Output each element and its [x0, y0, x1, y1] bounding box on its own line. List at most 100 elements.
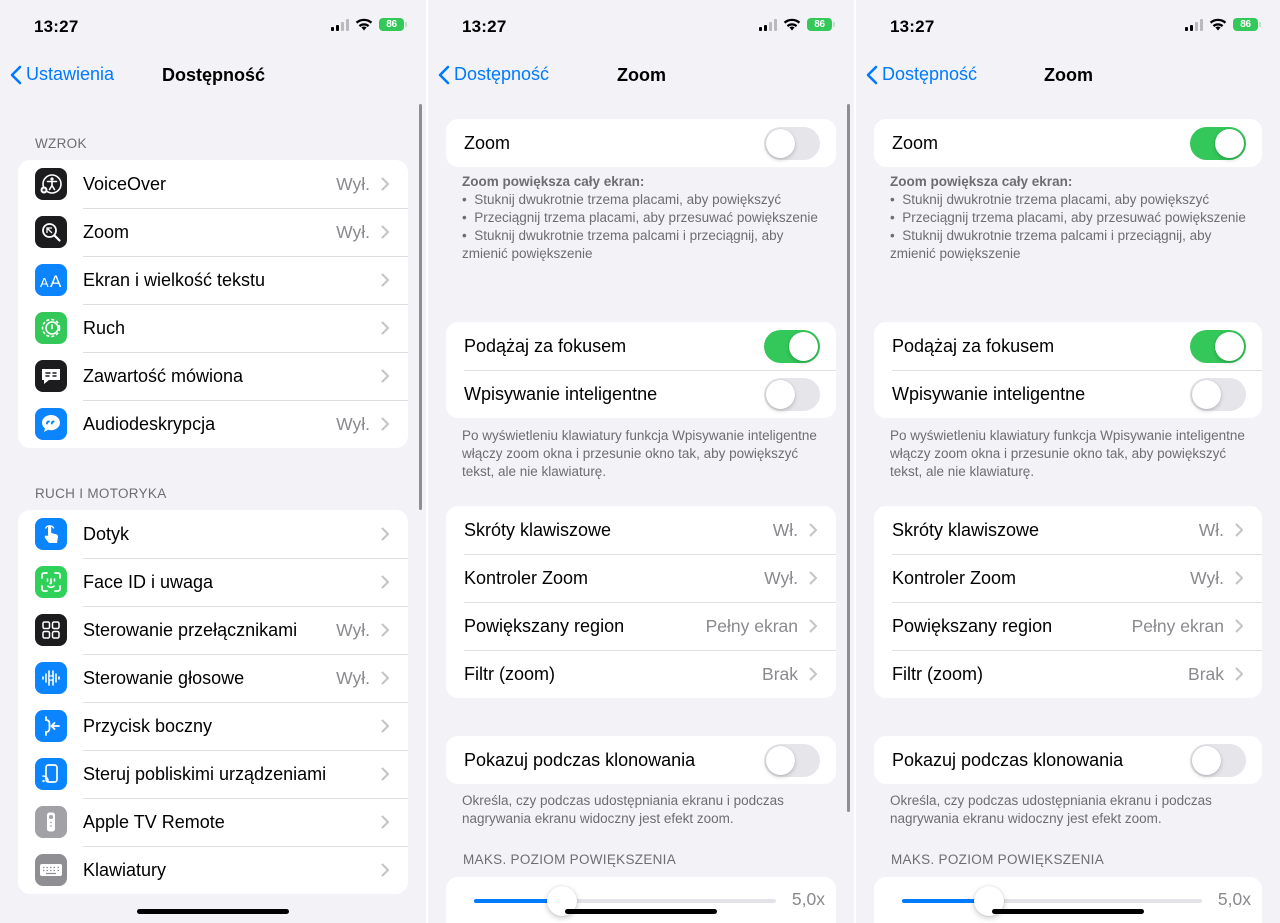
max-zoom-slider[interactable] — [902, 886, 1202, 916]
section-header-physical-motor: RUCH I MOTORYKA — [35, 486, 167, 501]
list-item-side-button[interactable]: Przycisk boczny — [18, 702, 408, 750]
voiceover-icon — [35, 168, 67, 200]
scroll-indicator[interactable] — [419, 104, 422, 510]
chevron-right-icon — [381, 273, 389, 287]
zoom-options-group: Skróty klawiszowe Wł. Kontroler Zoom Wył… — [446, 506, 836, 698]
max-zoom-slider[interactable] — [474, 886, 776, 916]
home-indicator[interactable] — [992, 909, 1144, 914]
toggle-knob — [789, 332, 818, 361]
wifi-icon — [1209, 18, 1227, 31]
page-title: Zoom — [617, 65, 666, 85]
zoom-screen-off: 13:27 86 Dostępność Zoom Zoom Zoom powię… — [428, 0, 854, 923]
chevron-right-icon — [381, 321, 389, 335]
mirroring-toggle[interactable] — [764, 744, 820, 777]
chevron-left-icon — [866, 65, 878, 84]
back-label: Dostępność — [882, 64, 978, 84]
item-label: Ruch — [83, 317, 126, 338]
follow-focus-toggle[interactable] — [1190, 330, 1246, 363]
option-value: Wył. — [1190, 567, 1224, 588]
toggle-knob — [766, 380, 795, 409]
list-item-zoom[interactable]: Zoom Wył. — [18, 208, 408, 256]
follow-focus-toggle[interactable] — [764, 330, 820, 363]
chevron-right-icon — [1235, 571, 1243, 585]
max-zoom-slider-group: 5,0x — [446, 877, 836, 923]
zoom-toggle[interactable] — [1190, 127, 1246, 160]
wifi-icon — [783, 18, 801, 31]
list-item-apple-tv-remote[interactable]: Apple TV Remote — [18, 798, 408, 846]
option-value: Wł. — [1198, 519, 1224, 540]
option-row-zoom-filter[interactable]: Filtr (zoom) Brak — [874, 650, 1262, 698]
back-button[interactable]: Ustawienia — [10, 64, 114, 85]
option-value: Wył. — [764, 567, 798, 588]
back-button[interactable]: Dostępność — [438, 64, 549, 85]
list-item-touch[interactable]: Dotyk — [18, 510, 408, 558]
mirroring-toggle[interactable] — [1190, 744, 1246, 777]
list-item-display-text-size[interactable]: AA Ekran i wielkość tekstu — [18, 256, 408, 304]
page-title: Zoom — [1044, 65, 1093, 85]
option-row-zoom-controller[interactable]: Kontroler Zoom Wył. — [446, 554, 836, 602]
zoom-label: Zoom — [892, 132, 939, 153]
list-item-keyboards[interactable]: Klawiatury — [18, 846, 408, 894]
max-zoom-value: 5,0x — [1217, 889, 1251, 909]
chevron-right-icon — [809, 619, 817, 633]
chevron-right-icon — [381, 815, 389, 829]
option-label: Filtr (zoom) — [464, 663, 555, 684]
option-row-zoom-controller[interactable]: Kontroler Zoom Wył. — [874, 554, 1262, 602]
chevron-right-icon — [381, 623, 389, 637]
list-item-motion[interactable]: Ruch — [18, 304, 408, 352]
item-value: Wył. — [336, 619, 370, 640]
navigation-bar: Dostępność Zoom — [428, 58, 854, 94]
smart-typing-label: Wpisywanie inteligentne — [464, 383, 658, 404]
option-value: Pełny ekran — [705, 615, 798, 636]
option-label: Kontroler Zoom — [464, 567, 589, 588]
option-row-zoom-region[interactable]: Powiększany region Pełny ekran — [446, 602, 836, 650]
switch-control-icon — [35, 614, 67, 646]
item-label: Zoom — [83, 221, 130, 242]
smart-typing-toggle[interactable] — [1190, 378, 1246, 411]
zoom-toggle[interactable] — [764, 127, 820, 160]
zoom-toggle-group: Zoom — [874, 119, 1262, 167]
focus-group: Podążaj za fokusem Wpisywanie inteligent… — [874, 322, 1262, 418]
item-value: Wył. — [336, 667, 370, 688]
mirroring-group: Pokazuj podczas klonowania — [446, 736, 836, 784]
toggle-knob — [1215, 332, 1244, 361]
item-label: Zawartość mówiona — [83, 365, 244, 386]
wifi-icon — [355, 18, 373, 31]
list-item-voice-control[interactable]: Sterowanie głosowe Wył. — [18, 654, 408, 702]
option-row-keyboard-shortcuts[interactable]: Skróty klawiszowe Wł. — [446, 506, 836, 554]
home-indicator[interactable] — [565, 909, 717, 914]
max-zoom-value: 5,0x — [791, 889, 825, 909]
chevron-right-icon — [381, 863, 389, 877]
item-label: Dotyk — [83, 523, 130, 544]
battery-level: 86 — [386, 19, 397, 30]
status-icons: 86 — [331, 18, 407, 31]
home-indicator[interactable] — [137, 909, 289, 914]
tv-remote-icon — [35, 806, 67, 838]
list-item-voiceover[interactable]: VoiceOver Wył. — [18, 160, 408, 208]
nearby-devices-icon — [35, 758, 67, 790]
list-item-switch-control[interactable]: Sterowanie przełącznikami Wył. — [18, 606, 408, 654]
chevron-left-icon — [10, 65, 22, 84]
toggle-knob — [766, 746, 795, 775]
follow-focus-row: Podążaj za fokusem — [874, 322, 1262, 370]
list-item-nearby-devices[interactable]: Steruj pobliskimi urządzeniami — [18, 750, 408, 798]
option-row-zoom-region[interactable]: Powiększany region Pełny ekran — [874, 602, 1262, 650]
smart-typing-toggle[interactable] — [764, 378, 820, 411]
list-item-face-id[interactable]: Face ID i uwaga — [18, 558, 408, 606]
status-time: 13:27 — [890, 17, 935, 36]
option-label: Filtr (zoom) — [892, 663, 983, 684]
list-item-spoken-content[interactable]: Zawartość mówiona — [18, 352, 408, 400]
zoom-description-bullet: • Stuknij dwukrotnie trzema placami, aby… — [890, 192, 1210, 207]
option-row-keyboard-shortcuts[interactable]: Skróty klawiszowe Wł. — [874, 506, 1262, 554]
mirroring-label: Pokazuj podczas klonowania — [892, 749, 1124, 770]
chevron-right-icon — [381, 671, 389, 685]
option-row-zoom-filter[interactable]: Filtr (zoom) Brak — [446, 650, 836, 698]
cellular-signal-icon — [759, 18, 777, 31]
item-value: Wył. — [336, 413, 370, 434]
zoom-description: Zoom powiększa cały ekran: • Stuknij dwu… — [462, 173, 830, 263]
option-label: Kontroler Zoom — [892, 567, 1017, 588]
scroll-indicator[interactable] — [847, 104, 850, 812]
list-item-audio-description[interactable]: Audiodeskrypcja Wył. — [18, 400, 408, 448]
keyboard-icon — [35, 854, 67, 886]
back-button[interactable]: Dostępność — [866, 64, 977, 85]
